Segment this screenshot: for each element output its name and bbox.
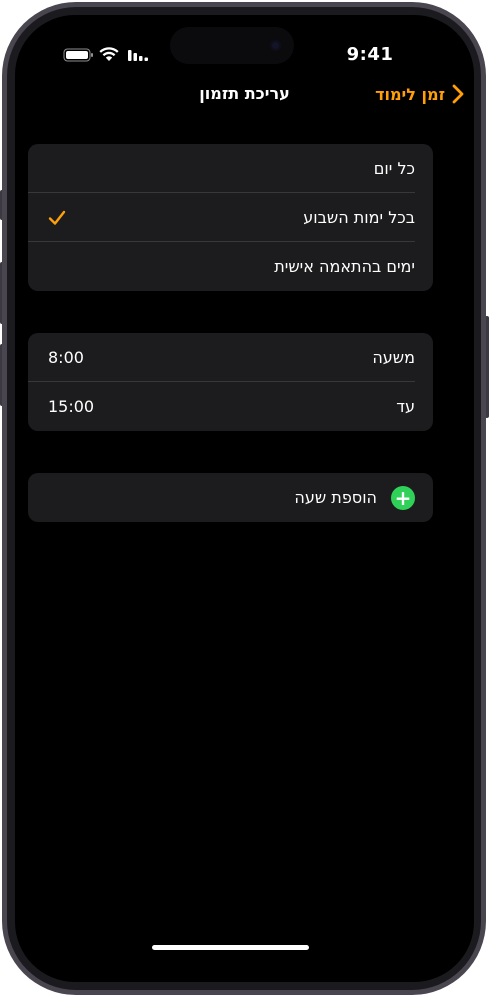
add-time-label: הוספת שעה [294, 488, 377, 507]
from-label: משעה [372, 348, 415, 367]
back-button-label: זמן לימוד [375, 84, 445, 104]
home-indicator[interactable] [152, 945, 309, 950]
time-range: משעה 8:00 עד 15:00 [28, 333, 433, 431]
cellular-signal-icon [128, 50, 148, 61]
add-time-button[interactable]: + הוספת שעה [28, 473, 433, 522]
option-weekdays[interactable]: בכל ימות השבוע [28, 193, 433, 242]
add-time-group: + הוספת שעה [28, 473, 433, 522]
camera-icon [270, 40, 281, 51]
status-time: 9:41 [346, 44, 394, 65]
option-custom-days[interactable]: ימים בהתאמה אישית [28, 242, 433, 291]
option-label: ימים בהתאמה אישית [274, 257, 415, 276]
checkmark-icon [48, 210, 66, 225]
wifi-icon [99, 47, 119, 61]
from-time-row[interactable]: משעה 8:00 [28, 333, 433, 382]
frequency-options: כל יום בכל ימות השבוע ימים בהתאמה אישית [28, 144, 433, 291]
add-circle-icon: + [391, 485, 415, 510]
option-label: בכל ימות השבוע [303, 208, 415, 227]
to-value: 15:00 [48, 397, 95, 416]
option-label: כל יום [373, 159, 415, 178]
from-value: 8:00 [48, 348, 84, 367]
to-time-row[interactable]: עד 15:00 [28, 382, 433, 431]
status-icons [50, 44, 154, 64]
battery-icon [63, 48, 93, 62]
chevron-right-icon [452, 84, 464, 104]
to-label: עד [396, 397, 415, 416]
option-every-day[interactable]: כל יום [28, 144, 433, 193]
back-button[interactable]: זמן לימוד [375, 84, 465, 104]
